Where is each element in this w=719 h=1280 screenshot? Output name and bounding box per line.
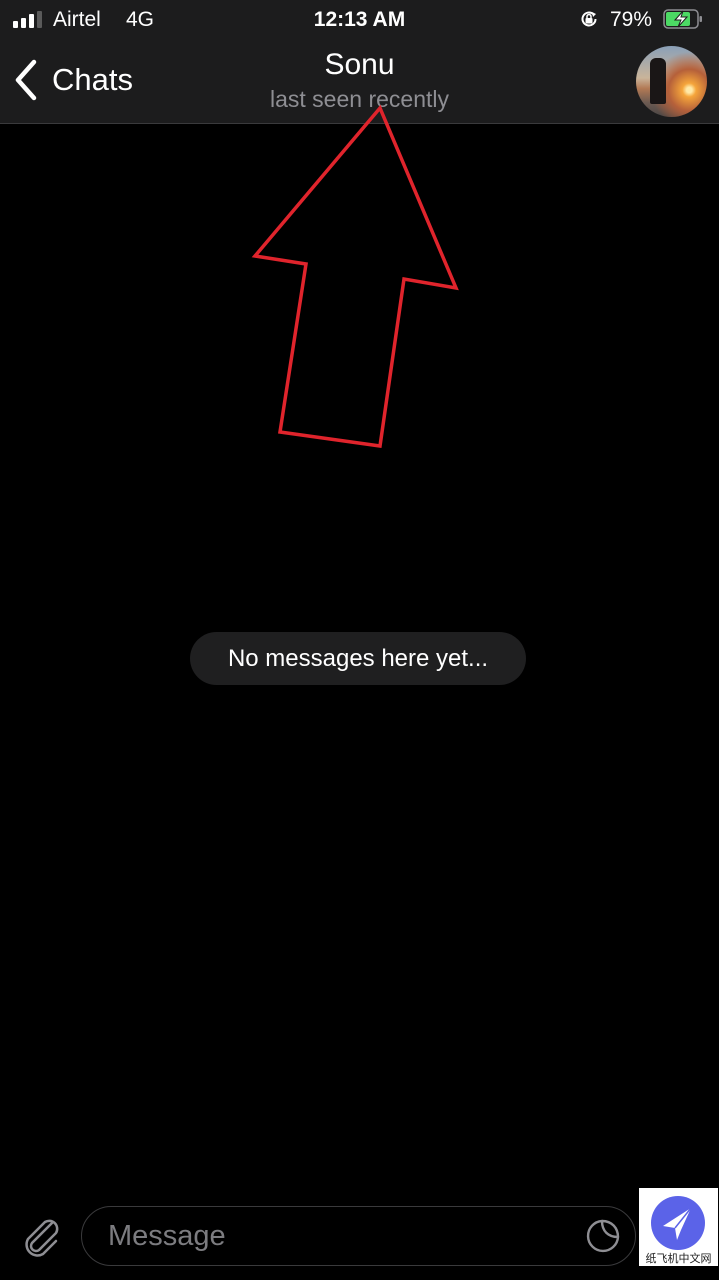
message-input-container xyxy=(81,1206,636,1266)
watermark-text: 纸飞机中文网 xyxy=(645,1252,712,1265)
message-input[interactable] xyxy=(106,1207,580,1266)
paperclip-icon[interactable] xyxy=(18,1213,64,1259)
battery-charging-icon xyxy=(663,9,702,29)
empty-chat-text: No messages here yet... xyxy=(227,644,489,672)
battery-percent: 79% xyxy=(610,8,653,31)
status-bar: Airtel 4G 12:13 AM 79% xyxy=(0,0,719,40)
last-seen-status: last seen recently xyxy=(270,86,449,112)
empty-chat-placeholder: No messages here yet... xyxy=(190,632,526,685)
chat-title[interactable]: Sonu xyxy=(0,48,719,82)
chat-header: Chats Sonu last seen recently xyxy=(0,40,719,124)
sticker-icon[interactable] xyxy=(584,1217,622,1255)
orientation-lock-icon xyxy=(581,11,597,27)
annotation-arrow-shape xyxy=(251,104,459,448)
watermark: 纸飞机中文网 xyxy=(639,1188,718,1266)
paper-plane-icon xyxy=(651,1196,705,1250)
avatar-photo-figure xyxy=(650,58,666,104)
avatar[interactable] xyxy=(636,46,707,117)
